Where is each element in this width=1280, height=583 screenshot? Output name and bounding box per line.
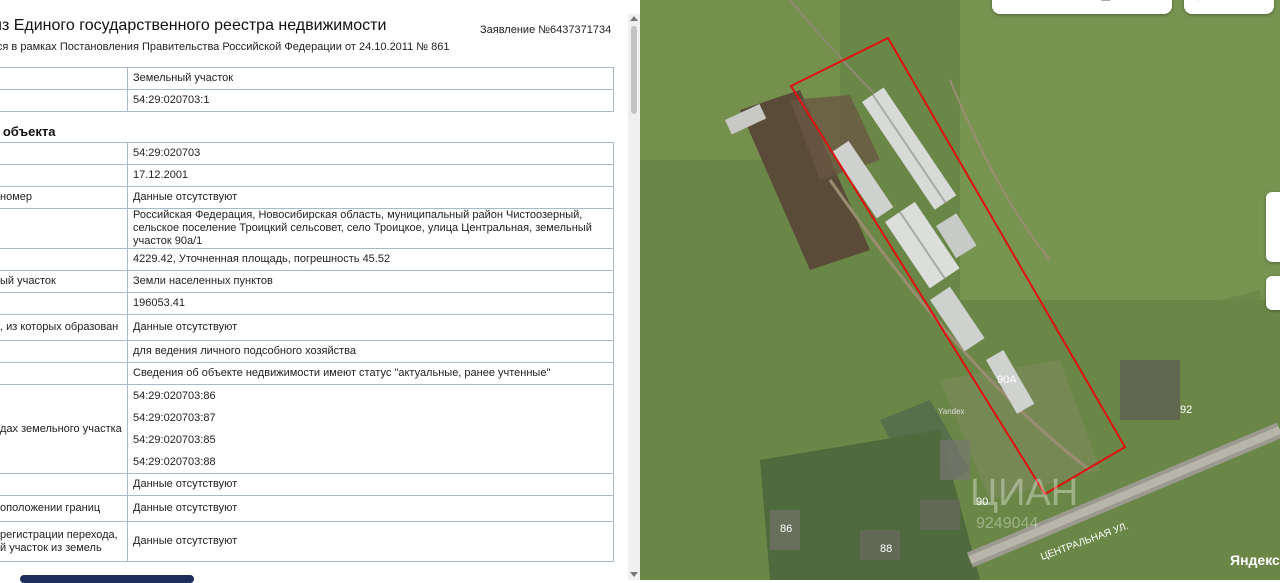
house-number-label: 92 — [1180, 404, 1192, 416]
statement-number: Заявление №6437371734 — [480, 24, 612, 36]
row-label — [0, 292, 128, 315]
row-label — [0, 248, 128, 271]
row-value: Сведения об объекте недвижимости имеют с… — [127, 362, 614, 385]
house-block — [1120, 360, 1180, 420]
table-row: дах земельного участка 54:29:020703:86 5… — [0, 384, 614, 474]
scrollbar-thumb[interactable] — [631, 26, 637, 114]
layers-control[interactable]: ◆ — [1184, 0, 1274, 14]
document-title: из Единого государственного реестра недв… — [0, 17, 387, 34]
toolbar-icon[interactable]: ● — [1004, 0, 1011, 2]
row-label: ый участок — [0, 270, 128, 293]
row-value: 196053.41 — [127, 292, 614, 315]
row-label: регистрации перехода, й участок из земел… — [0, 521, 128, 562]
row-value: 54:29:020703:1 — [127, 89, 614, 112]
table-row: ый участок Земли населенных пунктов — [0, 270, 614, 293]
row-label: оположении границ — [0, 495, 128, 522]
document-subtitle: тся в рамках Постановления Правительства… — [0, 41, 450, 53]
building-number: 54:29:020703:85 — [133, 434, 216, 446]
toolbar-icon[interactable]: ◒ — [1040, 0, 1047, 2]
satellite-map[interactable]: 90А 92 90 86 88 Yandex ЦЕНТРАЛЬНАЯ УЛ. Ц… — [640, 0, 1280, 580]
row-label: номер — [0, 186, 128, 209]
toolbar-icon[interactable]: ▣ — [1100, 0, 1111, 2]
row-label: дах земельного участка — [0, 384, 128, 474]
row-label — [0, 340, 128, 363]
table-row: Российская Федерация, Новосибирская обла… — [0, 208, 614, 249]
house-number-label: 88 — [880, 543, 892, 555]
table-row: номер Данные отсутствуют — [0, 186, 614, 209]
watermark-main: ЦИАН — [970, 472, 1078, 514]
house-block — [940, 440, 970, 480]
document-scrollbar[interactable] — [628, 14, 640, 580]
location-pin-icon[interactable]: ◆ — [1194, 0, 1203, 2]
collapse-panel-button[interactable] — [1266, 276, 1280, 310]
building-number: 54:29:020703:88 — [133, 456, 216, 468]
toolbar-icon[interactable]: ♜ — [1132, 0, 1143, 2]
row-value: Земли населенных пунктов — [127, 270, 614, 293]
yandex-brand-logo: Яндекс — [1230, 552, 1280, 568]
table-row: Сведения об объекте недвижимости имеют с… — [0, 362, 614, 385]
row-value: Земельный участок — [127, 67, 614, 90]
table-row: 196053.41 — [0, 292, 614, 315]
table-row: 17.12.2001 — [0, 164, 614, 187]
row-label — [0, 89, 128, 112]
row-label: , из которых образован — [0, 314, 128, 341]
buildings-list: 54:29:020703:86 54:29:020703:87 54:29:02… — [127, 384, 614, 474]
egrn-document: из Единого государственного реестра недв… — [0, 0, 628, 580]
row-label — [0, 208, 128, 249]
zoom-control[interactable] — [1266, 192, 1280, 262]
table-row: регистрации перехода, й участок из земел… — [0, 521, 614, 562]
house-number-label: 86 — [780, 523, 792, 535]
object-table-main: 54:29:020703 17.12.2001 номер Данные отс… — [0, 142, 614, 562]
table-row: для ведения личного подсобного хозяйства — [0, 340, 614, 363]
object-table-top: Земельный участок 54:29:020703:1 — [0, 67, 614, 112]
row-value: Данные отсутствуют — [127, 521, 614, 562]
table-row: Данные отсутствуют — [0, 473, 614, 496]
house-block — [920, 500, 960, 530]
plot-number-label: 90А — [997, 374, 1017, 386]
row-value: Данные отсутствуют — [127, 186, 614, 209]
row-label — [0, 164, 128, 187]
table-row: 54:29:020703:1 — [0, 89, 614, 112]
row-value: Данные отсутствуют — [127, 314, 614, 341]
row-label-line: регистрации перехода, й участок из земел… — [0, 528, 118, 554]
building-number: 54:29:020703:86 — [133, 390, 216, 402]
row-label — [0, 362, 128, 385]
scroll-down-arrow-icon[interactable] — [630, 572, 638, 577]
table-row: , из которых образован Данные отсутствую… — [0, 314, 614, 341]
row-value: Данные отсутствуют — [127, 473, 614, 496]
yandex-small-label: Yandex — [938, 407, 965, 416]
building-number: 54:29:020703:87 — [133, 412, 216, 424]
table-row: 54:29:020703 — [0, 142, 614, 165]
row-value: 4229.42, Уточненная площадь, погрешность… — [127, 248, 614, 271]
table-row: Земельный участок — [0, 67, 614, 90]
row-value: 17.12.2001 — [127, 164, 614, 187]
map-canvas: 90А 92 90 86 88 Yandex ЦЕНТРАЛЬНАЯ УЛ. Ц… — [640, 0, 1280, 580]
row-label — [0, 67, 128, 90]
map-toolbar[interactable]: ● ◒ ▣ ♜ — [992, 0, 1172, 14]
bottom-action-bar[interactable] — [20, 575, 194, 583]
row-value: Данные отсутствуют — [127, 495, 614, 522]
row-label — [0, 142, 128, 165]
address-value: Российская Федерация, Новосибирская обла… — [127, 208, 614, 249]
row-label — [0, 473, 128, 496]
row-value: для ведения личного подсобного хозяйства — [127, 340, 614, 363]
table-row: 4229.42, Уточненная площадь, погрешность… — [0, 248, 614, 271]
table-row: оположении границ Данные отсутствуют — [0, 495, 614, 522]
watermark-sub: 9249044 — [976, 515, 1038, 532]
row-value: 54:29:020703 — [127, 142, 614, 165]
section-title: х объекта — [0, 124, 56, 139]
scroll-up-arrow-icon[interactable] — [630, 16, 638, 21]
